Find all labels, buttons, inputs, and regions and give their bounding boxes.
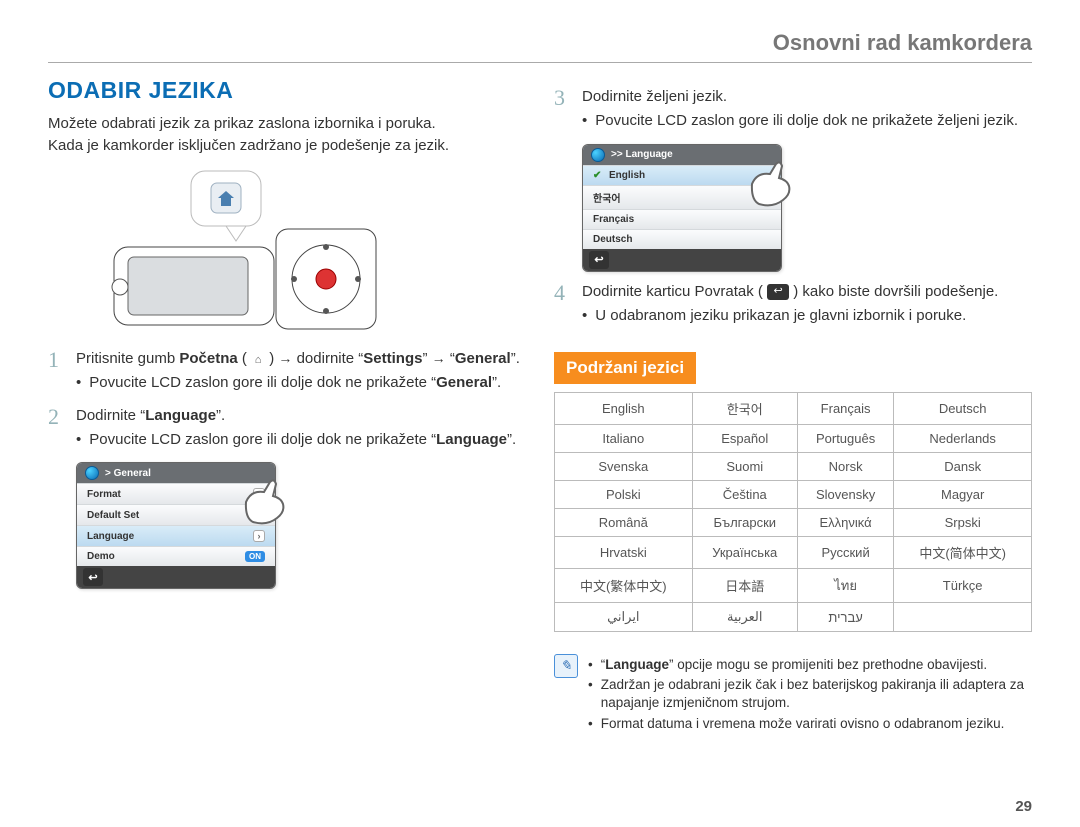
globe-icon	[85, 466, 99, 480]
step4-bullet: U odabranom jeziku prikazan je glavni iz…	[582, 306, 1032, 326]
return-tab-icon: ↩	[767, 284, 789, 300]
language-cell: Ελληνικά	[797, 509, 893, 537]
back-icon[interactable]: ↩	[589, 251, 609, 269]
on-badge: ON	[245, 551, 265, 562]
step-number: 3	[554, 87, 572, 134]
camcorder-illustration	[76, 169, 396, 339]
note-1: “Language” opcije mogu se promijeniti be…	[588, 656, 1032, 674]
screen-title: > General	[105, 468, 151, 479]
language-menu-screenshot: >> Language English 한국어 Français Deutsch…	[582, 144, 842, 272]
language-cell: 한국어	[692, 393, 797, 425]
section-title: ODABIR JEZIKA	[48, 77, 526, 104]
page-number: 29	[1015, 798, 1032, 815]
language-cell: Українська	[692, 537, 797, 569]
two-column-layout: ODABIR JEZIKA Možete odabrati jezik za p…	[48, 77, 1032, 735]
info-icon: ✎	[554, 654, 578, 678]
step3-bullet: Povucite LCD zaslon gore ili dolje dok n…	[582, 111, 1032, 131]
language-cell: Čeština	[692, 481, 797, 509]
language-cell: Français	[797, 393, 893, 425]
step1-text: Pritisnite gumb Početna ( ⌂ ) → dodirnit…	[76, 350, 520, 367]
intro-line-1: Možete odabrati jezik za prikaz zaslona …	[48, 114, 526, 134]
language-cell: English	[555, 393, 693, 425]
note-3: Format datuma i vremena može varirati ov…	[588, 715, 1032, 733]
language-cell: Български	[692, 509, 797, 537]
language-cell: Suomi	[692, 453, 797, 481]
notes-block: ✎ “Language” opcije mogu se promijeniti …	[554, 654, 1032, 735]
language-cell: ไทย	[797, 569, 893, 603]
language-cell: Türkçe	[894, 569, 1032, 603]
intro-line-2: Kada je kamkorder isključen zadržano je …	[48, 136, 526, 156]
language-cell: Русский	[797, 537, 893, 569]
right-column: 3 Dodirnite željeni jezik. Povucite LCD …	[554, 77, 1032, 735]
language-cell: Dansk	[894, 453, 1032, 481]
language-cell: Hrvatski	[555, 537, 693, 569]
language-cell: Norsk	[797, 453, 893, 481]
language-cell: Slovensky	[797, 481, 893, 509]
language-cell: Svenska	[555, 453, 693, 481]
language-cell: Italiano	[555, 425, 693, 453]
page-header: Osnovni rad kamkordera	[48, 30, 1032, 63]
step-number: 2	[48, 406, 66, 453]
home-icon: ⌂	[251, 353, 265, 367]
language-cell: Polski	[555, 481, 693, 509]
language-cell: עברית	[797, 603, 893, 632]
step2-bullet: Povucite LCD zaslon gore ili dolje dok n…	[76, 430, 526, 450]
step-number: 1	[48, 349, 66, 396]
language-cell	[894, 603, 1032, 632]
check-icon	[593, 170, 603, 180]
general-menu-screenshot: > General Format› Default Set› Language›…	[76, 462, 336, 589]
language-cell: Magyar	[894, 481, 1032, 509]
language-cell: ايراني	[555, 603, 693, 632]
back-icon[interactable]: ↩	[83, 568, 103, 586]
step-4: 4 Dodirnite karticu Povratak ( ↩ ) kako …	[554, 282, 1032, 329]
language-cell: Srpski	[894, 509, 1032, 537]
language-cell: Deutsch	[894, 393, 1032, 425]
language-cell: Română	[555, 509, 693, 537]
left-column: ODABIR JEZIKA Možete odabrati jezik za p…	[48, 77, 526, 735]
language-cell: Español	[692, 425, 797, 453]
lang-row-deutsch[interactable]: Deutsch	[583, 229, 781, 249]
step1-bullet: Povucite LCD zaslon gore ili dolje dok n…	[76, 373, 526, 393]
step2-text: Dodirnite “Language”.	[76, 407, 225, 424]
language-cell: 中文(简体中文)	[894, 537, 1032, 569]
pointing-hand-icon	[742, 154, 802, 214]
note-2: Zadržan je odabrani jezik čak i bez bate…	[588, 676, 1032, 712]
menu-row-demo[interactable]: DemoON	[77, 546, 275, 566]
language-cell: Português	[797, 425, 893, 453]
language-cell: العربية	[692, 603, 797, 632]
step-2: 2 Dodirnite “Language”. Povucite LCD zas…	[48, 406, 526, 453]
step3-text: Dodirnite željeni jezik.	[582, 88, 727, 105]
language-cell: Nederlands	[894, 425, 1032, 453]
language-cell: 日本語	[692, 569, 797, 603]
language-cell: 中文(繁体中文)	[555, 569, 693, 603]
supported-languages-table: English한국어FrançaisDeutsch ItalianoEspañol…	[554, 392, 1032, 632]
step-3: 3 Dodirnite željeni jezik. Povucite LCD …	[554, 87, 1032, 134]
globe-icon	[591, 148, 605, 162]
step4-text: Dodirnite karticu Povratak ( ↩ ) kako bi…	[582, 283, 998, 300]
screen-title: >> Language	[611, 149, 673, 160]
step-number: 4	[554, 282, 572, 329]
pointing-hand-icon	[236, 472, 296, 532]
step-1: 1 Pritisnite gumb Početna ( ⌂ ) → dodirn…	[48, 349, 526, 396]
supported-languages-heading: Podržani jezici	[554, 352, 696, 384]
